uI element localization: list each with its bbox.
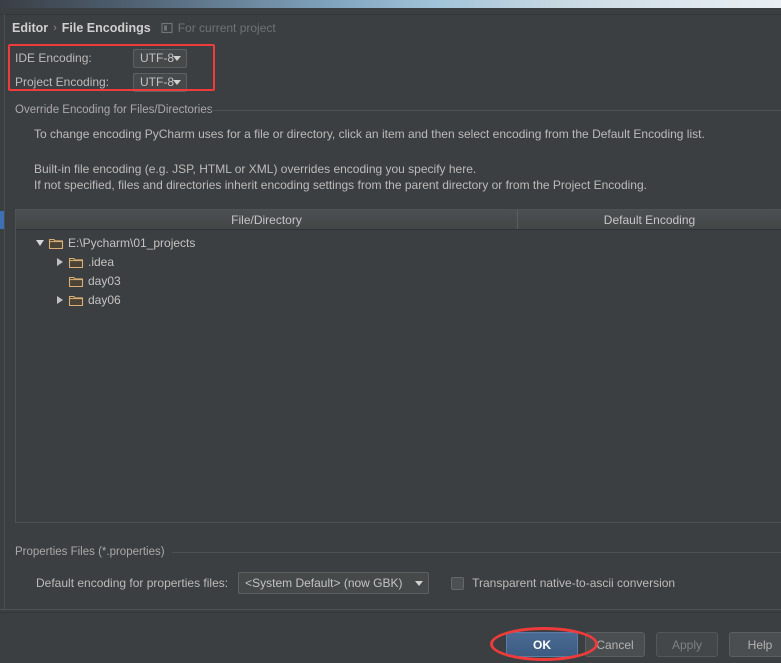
table-cell-file-directory: day06 (88, 292, 121, 307)
ok-button[interactable]: OK (506, 632, 578, 657)
override-desc-line-3: If not specified, files and directories … (34, 178, 647, 192)
settings-scope-label: For current project (177, 21, 276, 35)
table-cell-file-directory: day03 (88, 273, 121, 288)
table-row[interactable]: .idea (16, 252, 781, 271)
properties-default-encoding-row: Default encoding for properties files: <… (36, 572, 675, 594)
chevron-down-icon (173, 80, 181, 85)
settings-scope: For current project (161, 21, 276, 35)
ide-encoding-value: UTF-8 (140, 51, 174, 65)
window-top-gradient-strip (0, 0, 781, 8)
chevron-right-icon[interactable] (52, 257, 68, 266)
table-row[interactable]: E:\Pycharm\01_projects (16, 233, 781, 252)
override-desc-line-2: Built-in file encoding (e.g. JSP, HTML o… (34, 162, 477, 176)
help-button[interactable]: Help (729, 632, 781, 657)
folder-icon (68, 255, 84, 269)
file-tree[interactable]: E:\Pycharm\01_projects .idea day03 day06 (16, 230, 781, 309)
chevron-right-icon[interactable] (52, 295, 68, 304)
ide-encoding-row: IDE Encoding: UTF-8 (15, 48, 187, 68)
breadcrumb-parent[interactable]: Editor (12, 21, 48, 35)
window-titlebar-underlay (0, 8, 781, 15)
properties-default-encoding-value: <System Default> (now GBK) (245, 576, 403, 590)
project-encoding-row: Project Encoding: UTF-8 (15, 72, 187, 92)
button-bar-divider-top (0, 609, 781, 610)
folder-icon (68, 274, 84, 288)
cancel-button[interactable]: Cancel (585, 632, 645, 657)
properties-group-title: Properties Files (*.properties) (15, 546, 171, 558)
ide-encoding-combo[interactable]: UTF-8 (133, 48, 187, 68)
table-cell-file-directory: E:\Pycharm\01_projects (68, 235, 196, 250)
ide-encoding-label: IDE Encoding: (15, 51, 92, 65)
chevron-down-icon (173, 56, 181, 61)
project-encoding-label: Project Encoding: (15, 75, 110, 89)
left-rail-divider (4, 14, 5, 610)
left-scroll-indicator[interactable] (0, 211, 4, 229)
properties-group-divider (172, 552, 781, 553)
table-row[interactable]: day06 (16, 290, 781, 309)
column-header-default-encoding[interactable]: Default Encoding (518, 210, 781, 229)
override-group-title: Override Encoding for Files/Directories (15, 104, 219, 116)
project-scope-icon (161, 22, 173, 34)
override-desc-line-1: To change encoding PyCharm uses for a fi… (34, 127, 705, 141)
breadcrumb-separator-icon: › (53, 22, 57, 34)
transparent-native-to-ascii-checkbox[interactable] (451, 576, 465, 590)
project-encoding-combo[interactable]: UTF-8 (133, 72, 187, 92)
folder-icon (48, 236, 64, 250)
transparent-native-to-ascii-row[interactable]: Transparent native-to-ascii conversion (451, 576, 675, 590)
table-cell-file-directory: .idea (88, 254, 115, 269)
properties-default-encoding-combo[interactable]: <System Default> (now GBK) (238, 572, 430, 594)
file-encoding-table[interactable]: File/Directory Default Encoding E:\Pycha… (15, 209, 781, 523)
breadcrumb-current: File Encodings (61, 21, 151, 35)
chevron-down-icon (415, 581, 424, 586)
table-header-row: File/Directory Default Encoding (16, 210, 781, 230)
chevron-down-icon[interactable] (32, 239, 48, 246)
folder-icon (68, 293, 84, 307)
properties-default-encoding-label: Default encoding for properties files: (36, 576, 229, 590)
project-encoding-value: UTF-8 (140, 75, 174, 89)
table-row[interactable]: day03 (16, 271, 781, 290)
breadcrumb: Editor › File Encodings For current proj… (12, 19, 276, 37)
apply-button[interactable]: Apply (656, 632, 718, 657)
override-group-divider (210, 110, 781, 111)
column-header-file-directory[interactable]: File/Directory (16, 210, 518, 229)
transparent-native-to-ascii-label: Transparent native-to-ascii conversion (472, 576, 676, 590)
